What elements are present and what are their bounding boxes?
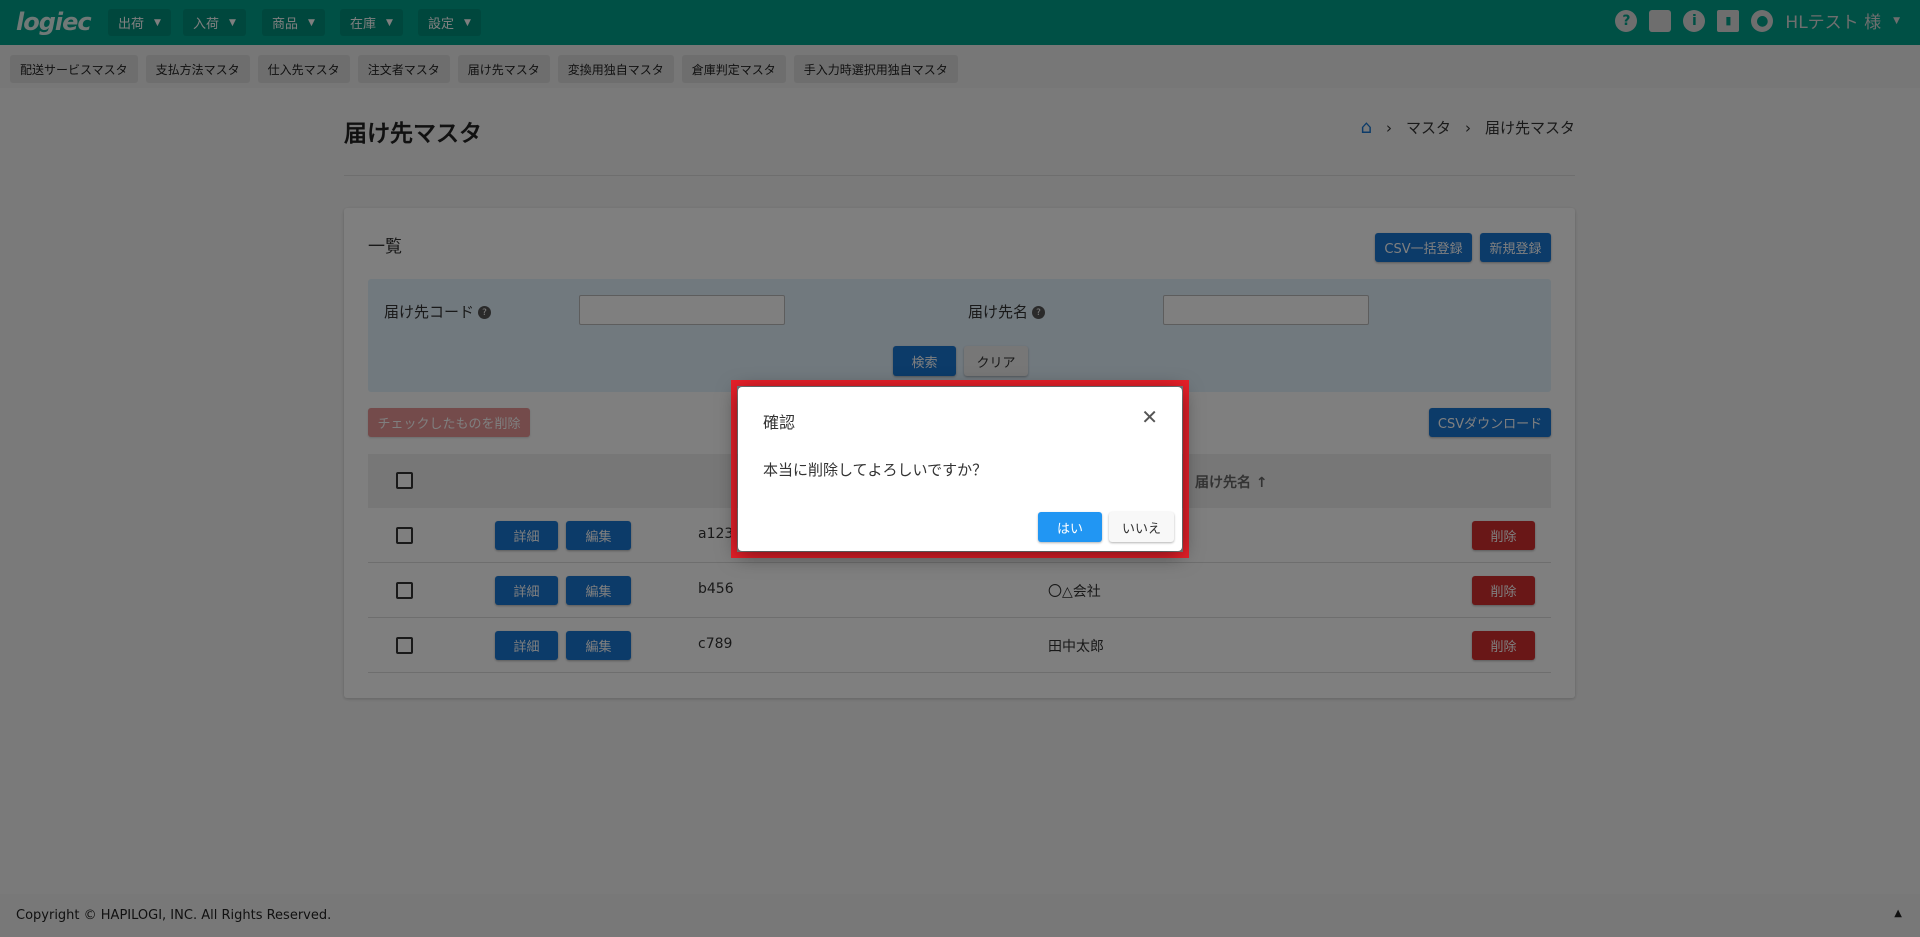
no-button[interactable]: いいえ <box>1109 512 1174 542</box>
yes-button[interactable]: はい <box>1038 512 1102 542</box>
confirm-dialog: 確認 ✕ 本当に削除してよろしいですか？ はい いいえ <box>738 387 1182 551</box>
header-label: 届け先名 <box>1195 475 1251 491</box>
dialog-title: 確認 <box>763 413 796 432</box>
name-column-header[interactable]: 届け先名 ↑ <box>1195 472 1268 492</box>
close-icon[interactable]: ✕ <box>1141 405 1158 429</box>
dialog-message: 本当に削除してよろしいですか？ <box>763 461 988 479</box>
sort-arrow-icon: ↑ <box>1255 475 1268 491</box>
